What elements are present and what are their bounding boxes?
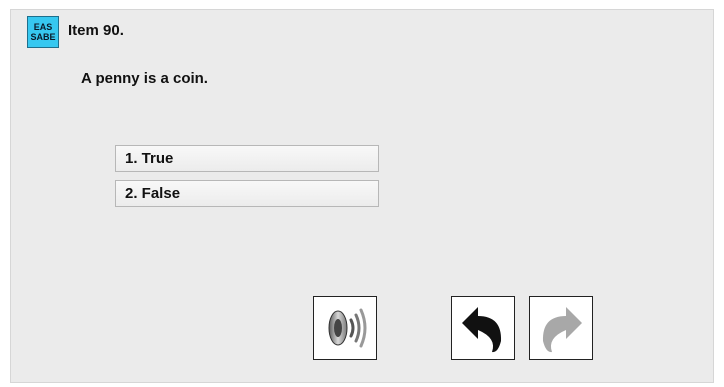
answer-option-true[interactable]: 1. True [115,145,379,172]
logo-line-1: EAS [33,22,53,32]
logo-line-2: SABE [30,32,56,42]
back-button[interactable] [451,296,515,360]
audio-button[interactable] [313,296,377,360]
speaker-icon [328,308,367,348]
forward-arrow-icon [542,307,582,353]
eas-sabe-logo: EAS SABE [27,16,59,48]
question-text: A penny is a coin. [81,70,208,87]
back-arrow-icon [462,307,502,353]
answer-option-false[interactable]: 2. False [115,180,379,207]
item-number-label: Item 90. [68,22,124,39]
forward-button[interactable] [529,296,593,360]
